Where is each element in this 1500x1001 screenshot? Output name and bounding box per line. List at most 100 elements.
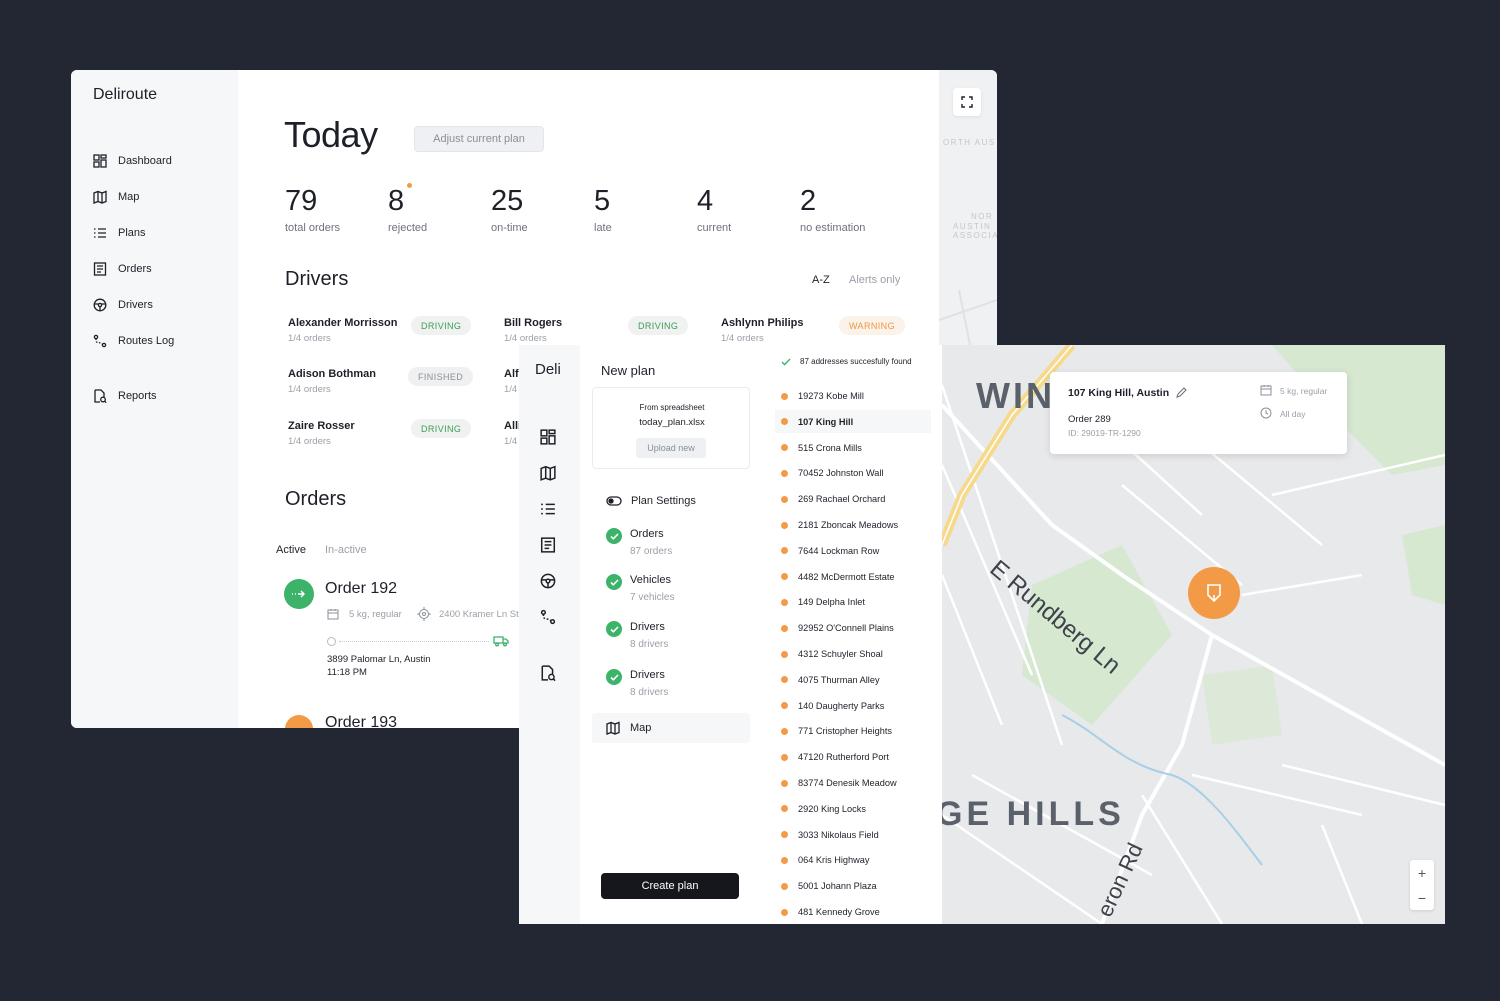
address-label: 4312 Schuyler Shoal: [798, 649, 883, 659]
sidebar-item-drivers[interactable]: Drivers: [93, 295, 153, 315]
address-item[interactable]: 92952 O'Connell Plains: [781, 619, 894, 637]
sidebar-item-label: Plans: [118, 227, 146, 239]
address-item[interactable]: 3033 Nikolaus Field: [781, 826, 879, 844]
sidebar-item-reports[interactable]: Reports: [93, 386, 157, 406]
icon-rail: Deli: [519, 345, 580, 924]
check-icon: [606, 621, 622, 637]
document-icon[interactable]: [540, 537, 556, 553]
address-dot: [781, 753, 788, 761]
map-icon: [93, 190, 107, 204]
address-item[interactable]: 064 Kris Highway: [781, 851, 870, 869]
sidebar-item-label: Dashboard: [118, 155, 172, 167]
address-item[interactable]: 2181 Zboncak Meadows: [781, 516, 898, 534]
order-title: Order 193: [325, 714, 398, 728]
location-marker[interactable]: [1188, 567, 1240, 619]
address-item[interactable]: 269 Rachael Orchard: [781, 490, 885, 508]
address-item[interactable]: 107 King Hill: [781, 413, 853, 431]
list-icon: [94, 228, 106, 238]
address-list: 87 addresses succesfully found 19273 Kob…: [775, 345, 943, 924]
map-step[interactable]: Map: [592, 713, 750, 743]
create-plan-button[interactable]: Create plan: [601, 873, 739, 899]
address-dot: [781, 727, 788, 735]
popup-id: ID: 29019-TR-1290: [1068, 428, 1141, 438]
step-drivers[interactable]: Drivers 8 drivers: [606, 669, 668, 698]
check-icon: [606, 669, 622, 685]
status-badge: WARNING: [839, 316, 905, 335]
tab-inactive[interactable]: In-active: [325, 544, 367, 556]
address-dot: [781, 650, 788, 658]
address-item[interactable]: 47120 Rutherford Port: [781, 748, 889, 766]
address-item[interactable]: 2920 King Locks: [781, 800, 866, 818]
address-item[interactable]: 4075 Thurman Alley: [781, 671, 880, 689]
address-dot: [781, 521, 788, 529]
sidebar-item-routes-log[interactable]: Routes Log: [93, 331, 174, 351]
route-icon[interactable]: [540, 609, 556, 625]
driver-card[interactable]: Alexander Morrisson 1/4 orders: [288, 317, 397, 344]
address-label: 2181 Zboncak Meadows: [798, 520, 899, 530]
sidebar-item-dashboard[interactable]: Dashboard: [93, 151, 172, 171]
sidebar-item-label: Reports: [118, 390, 157, 402]
driver-card[interactable]: Alf 1/4: [504, 368, 519, 395]
fullscreen-button[interactable]: [953, 88, 981, 116]
popup-title: 107 King Hill, Austin: [1068, 387, 1187, 399]
address-item[interactable]: 515 Crona Mills: [781, 439, 862, 457]
map-icon[interactable]: [540, 465, 556, 481]
address-label: 149 Delpha Inlet: [798, 597, 865, 608]
address-label: 19273 Kobe Mill: [798, 391, 864, 401]
address-item[interactable]: 83774 Denesik Meadow: [781, 774, 897, 792]
sidebar-item-map[interactable]: Map: [93, 187, 139, 207]
address-item[interactable]: 19273 Kobe Mill: [781, 387, 864, 405]
address-label: 4075 Thurman Alley: [798, 674, 880, 685]
list-icon[interactable]: [540, 501, 556, 517]
sidebar-item-orders[interactable]: Orders: [93, 259, 152, 279]
page-title: Today: [284, 114, 378, 155]
clock-icon: [1260, 407, 1272, 419]
address-popup: 107 King Hill, Austin Order 289 ID: 2901…: [1050, 372, 1347, 454]
step-drivers[interactable]: Drivers 8 drivers: [606, 621, 668, 650]
steering-wheel-icon[interactable]: [540, 573, 556, 589]
report-icon[interactable]: [540, 665, 556, 681]
tab-active[interactable]: Active: [276, 544, 306, 556]
zoom-control: + −: [1410, 860, 1434, 910]
upload-new-button[interactable]: Upload new: [636, 438, 706, 458]
address-item[interactable]: 140 Daugherty Parks: [781, 697, 884, 715]
address-item[interactable]: 5001 Johann Plaza: [781, 877, 877, 895]
alerts-only-filter[interactable]: Alerts only: [849, 274, 900, 286]
driver-card[interactable]: Ashlynn Philips 1/4 orders: [721, 317, 804, 344]
zoom-out-button[interactable]: −: [1418, 890, 1426, 906]
address-item[interactable]: 481 Kennedy Grove: [781, 903, 880, 921]
sort-az-button[interactable]: A-Z: [812, 274, 830, 286]
plan-settings-toggle[interactable]: Plan Settings: [606, 495, 696, 507]
order-time: 11:18 PM: [327, 667, 367, 678]
order-status-icon: [284, 579, 314, 609]
address-label: 7644 Lockman Row: [798, 545, 880, 556]
address-label: 4482 McDermott Estate: [798, 571, 895, 582]
check-icon: [606, 574, 622, 590]
zoom-in-button[interactable]: +: [1418, 865, 1426, 881]
adjust-plan-button[interactable]: Adjust current plan: [414, 126, 544, 152]
step-vehicles[interactable]: Vehicles 7 vehicles: [606, 574, 674, 603]
sidebar-item-plans[interactable]: Plans: [93, 223, 146, 243]
route-map[interactable]: WIN E Rundberg Ln GE HILLS eron Rd 107 K…: [942, 345, 1445, 924]
address-item[interactable]: 70452 Johnston Wall: [781, 464, 883, 482]
driver-card[interactable]: Zaire Rosser 1/4 orders: [288, 420, 355, 447]
address-dot: [781, 702, 788, 710]
sidebar-item-label: Map: [118, 191, 140, 203]
edit-icon[interactable]: [1175, 387, 1187, 399]
address-item[interactable]: 771 Cristopher Heights: [781, 722, 892, 740]
stat-no-estimation: 2 no estimation: [800, 185, 866, 234]
driver-card[interactable]: Adison Bothman 1/4 orders: [288, 368, 376, 395]
order-destination: 3899 Palomar Ln, Austin: [327, 654, 431, 665]
address-label: 5001 Johann Plaza: [798, 881, 877, 892]
address-item[interactable]: 4482 McDermott Estate: [781, 568, 895, 586]
address-item[interactable]: 149 Delpha Inlet: [781, 593, 865, 611]
address-dot: [781, 831, 788, 839]
target-icon: [417, 607, 431, 621]
alert-dot: [407, 183, 412, 188]
step-orders[interactable]: Orders 87 orders: [606, 528, 672, 557]
driver-card[interactable]: Bill Rogers 1/4 orders: [504, 317, 562, 344]
grid-icon[interactable]: [540, 429, 556, 445]
address-item[interactable]: 4312 Schuyler Shoal: [781, 645, 883, 663]
address-label: 107 King Hill: [798, 416, 854, 427]
address-item[interactable]: 7644 Lockman Row: [781, 542, 879, 560]
